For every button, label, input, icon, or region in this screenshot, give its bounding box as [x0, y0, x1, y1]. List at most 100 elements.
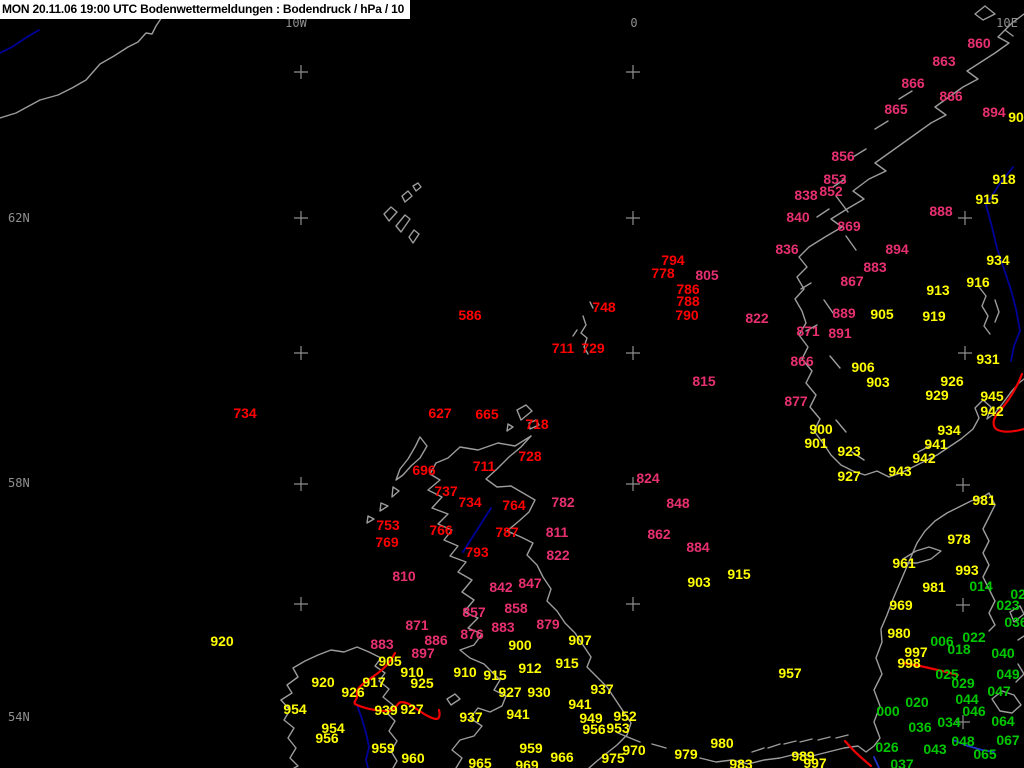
- station-pressure-value: 029: [951, 676, 974, 690]
- station-pressure-value: 627: [428, 406, 451, 420]
- station-pressure-value: 840: [786, 210, 809, 224]
- station-pressure-value: 960: [401, 751, 424, 765]
- station-pressure-value: 064: [991, 714, 1014, 728]
- station-pressure-value: 871: [796, 324, 819, 338]
- station-pressure-value: 748: [592, 300, 615, 314]
- station-pressure-value: 894: [885, 242, 908, 256]
- station-pressure-value: 866: [939, 89, 962, 103]
- station-pressure-value: 036: [1004, 615, 1024, 629]
- station-pressure-value: 943: [888, 464, 911, 478]
- station-pressure-value: 920: [210, 634, 233, 648]
- station-pressure-value: 769: [375, 535, 398, 549]
- station-pressure-value: 915: [727, 567, 750, 581]
- station-pressure-value: 866: [901, 76, 924, 90]
- station-pressure-value: 711: [552, 341, 575, 355]
- station-pressure-value: 766: [429, 523, 452, 537]
- station-pressure-value: 906: [851, 360, 874, 374]
- station-pressure-value: 852: [819, 184, 842, 198]
- station-pressure-value: 860: [967, 36, 990, 50]
- station-pressure-value: 842: [489, 580, 512, 594]
- station-pressure-value: 020: [905, 695, 928, 709]
- station-pressure-value: 753: [376, 518, 399, 532]
- station-pressure-value: 993: [955, 563, 978, 577]
- station-pressure-value: 942: [912, 451, 935, 465]
- station-pressure-value: 983: [729, 757, 752, 768]
- title-bar: MON 20.11.06 19:00 UTC Bodenwettermeldun…: [0, 0, 410, 19]
- station-pressure-value: 857: [462, 605, 485, 619]
- station-pressure-value: 920: [311, 675, 334, 689]
- station-pressure-value: 848: [666, 496, 689, 510]
- station-pressure-value: 729: [581, 341, 604, 355]
- station-pressure-value: 930: [527, 685, 550, 699]
- station-pressure-value: 900: [508, 638, 531, 652]
- station-pressure-value: 778: [651, 266, 674, 280]
- station-pressure-value: 879: [536, 617, 559, 631]
- station-pressure-value: 734: [458, 495, 481, 509]
- station-pressure-value: 049: [996, 667, 1019, 681]
- station-pressure-value: 043: [923, 742, 946, 756]
- station-pressure-value: 867: [840, 274, 863, 288]
- station-pressure-value: 824: [636, 471, 659, 485]
- station-pressure-value: 897: [411, 646, 434, 660]
- station-pressure-value: 737: [434, 484, 457, 498]
- station-pressure-value: 905: [870, 307, 893, 321]
- station-pressure-value: 884: [686, 540, 709, 554]
- station-pressure-value: 915: [555, 656, 578, 670]
- station-pressure-value: 811: [546, 525, 569, 539]
- station-pressure-value: 026: [875, 740, 898, 754]
- station-pressure-value: 047: [987, 684, 1010, 698]
- station-pressure-value: 788: [676, 294, 699, 308]
- station-pressure-value: 711: [473, 459, 496, 473]
- weather-map-window: 10W010E62N58N54N 73458674871172979477878…: [0, 0, 1024, 768]
- station-pressure-value: 883: [370, 637, 393, 651]
- station-pressure-value: 915: [483, 668, 506, 682]
- station-pressure-value: 966: [550, 750, 573, 764]
- station-pressure-value: 037: [890, 757, 913, 768]
- station-pressure-value: 980: [710, 736, 733, 750]
- station-pressure-value: 980: [887, 626, 910, 640]
- station-pressure-value: 856: [831, 149, 854, 163]
- station-pressure-value: 969: [889, 598, 912, 612]
- station-pressure-value: 969: [515, 758, 538, 768]
- station-pressure-value: 956: [582, 722, 605, 736]
- station-pressure-value: 048: [951, 734, 974, 748]
- stations-layer: 7345867487117297947787867887906276657187…: [0, 0, 1024, 768]
- station-pressure-value: 907: [568, 633, 591, 647]
- station-pressure-value: 918: [992, 172, 1015, 186]
- station-pressure-value: 925: [410, 676, 433, 690]
- station-pressure-value: 810: [392, 569, 415, 583]
- station-pressure-value: 939: [374, 703, 397, 717]
- station-pressure-value: 858: [504, 601, 527, 615]
- station-pressure-value: 942: [980, 404, 1003, 418]
- station-pressure-value: 961: [892, 556, 915, 570]
- station-pressure-value: 959: [371, 741, 394, 755]
- station-pressure-value: 863: [932, 54, 955, 68]
- station-pressure-value: 889: [832, 306, 855, 320]
- station-pressure-value: 929: [925, 388, 948, 402]
- station-pressure-value: 871: [405, 618, 428, 632]
- station-pressure-value: 822: [745, 311, 768, 325]
- station-pressure-value: 927: [837, 469, 860, 483]
- station-pressure-value: 941: [924, 437, 947, 451]
- station-pressure-value: 965: [468, 756, 491, 768]
- station-pressure-value: 888: [929, 204, 952, 218]
- station-pressure-value: 90: [1008, 110, 1024, 124]
- station-pressure-value: 805: [695, 268, 718, 282]
- station-pressure-value: 926: [341, 685, 364, 699]
- station-pressure-value: 000: [876, 704, 899, 718]
- station-pressure-value: 900: [809, 422, 832, 436]
- station-pressure-value: 877: [784, 394, 807, 408]
- station-pressure-value: 945: [980, 389, 1003, 403]
- station-pressure-value: 866: [790, 354, 813, 368]
- station-pressure-value: 822: [546, 548, 569, 562]
- station-pressure-value: 065: [973, 747, 996, 761]
- station-pressure-value: 793: [465, 545, 488, 559]
- station-pressure-value: 034: [937, 715, 960, 729]
- station-pressure-value: 959: [519, 741, 542, 755]
- station-pressure-value: 815: [692, 374, 715, 388]
- station-pressure-value: 782: [551, 495, 574, 509]
- station-pressure-value: 865: [884, 102, 907, 116]
- station-pressure-value: 970: [622, 743, 645, 757]
- station-pressure-value: 915: [975, 192, 998, 206]
- station-pressure-value: 941: [506, 707, 529, 721]
